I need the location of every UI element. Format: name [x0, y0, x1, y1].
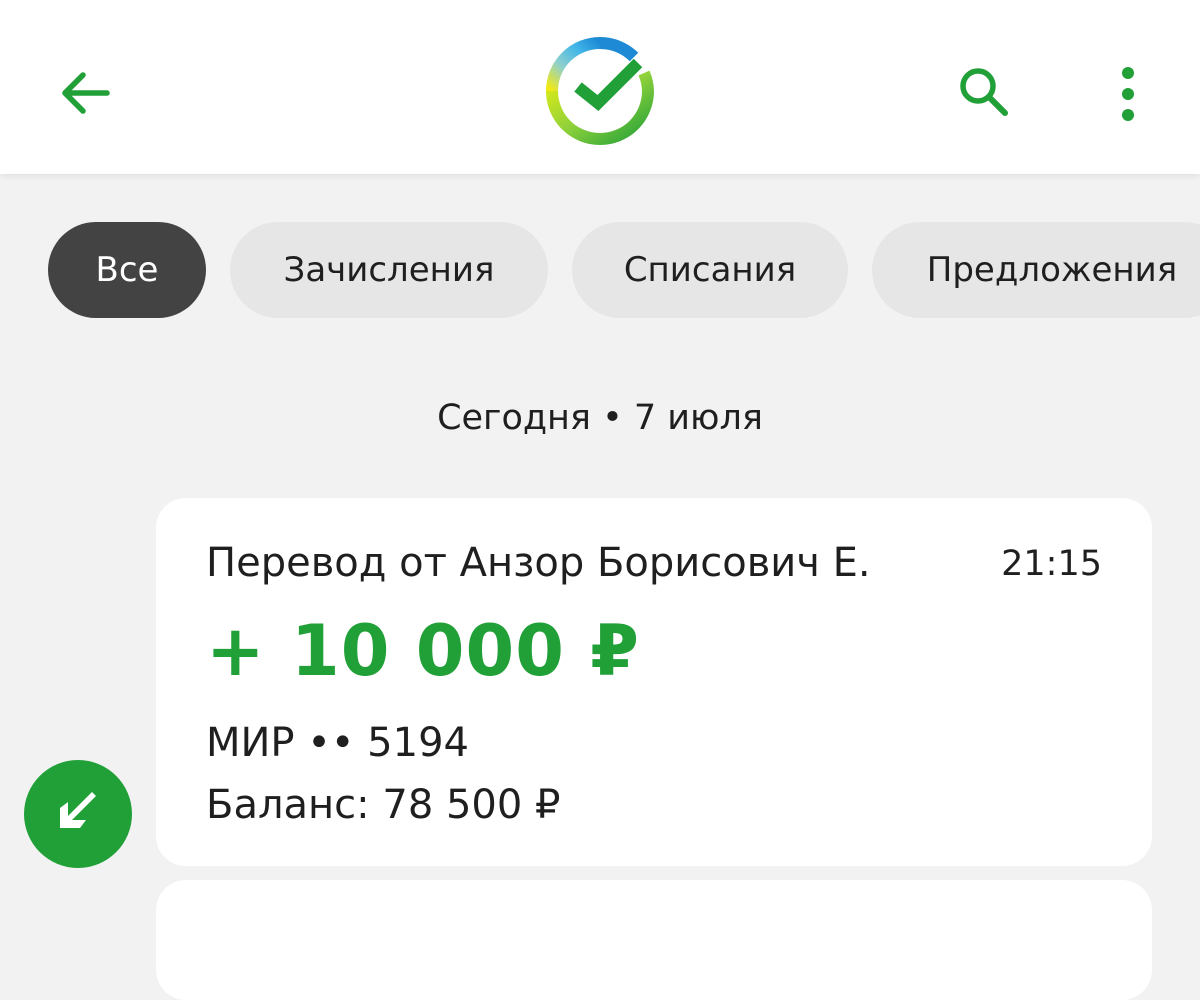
- sber-logo-icon: [542, 33, 658, 149]
- search-button[interactable]: [948, 56, 1018, 126]
- more-options-button[interactable]: [1098, 56, 1158, 126]
- incoming-transfer-badge: [24, 760, 132, 868]
- filter-chip-all[interactable]: Все: [48, 222, 206, 318]
- transaction-balance: Баланс: 78 500 ₽: [206, 782, 561, 828]
- transaction-card-next[interactable]: [156, 880, 1152, 1000]
- back-button[interactable]: [50, 58, 120, 128]
- filter-chip-incoming[interactable]: Зачисления: [230, 222, 548, 318]
- transaction-title: Перевод от Анзор Борисович Е.: [206, 540, 871, 586]
- top-bar: [0, 0, 1200, 174]
- transaction-card[interactable]: Перевод от Анзор Борисович Е. 21:15 + 10…: [156, 498, 1152, 866]
- transaction-card-number: МИР •• 5194: [206, 720, 469, 766]
- more-vertical-icon: [1122, 67, 1134, 121]
- transaction-amount: + 10 000 ₽: [206, 610, 640, 692]
- date-header: Сегодня • 7 июля: [437, 398, 763, 438]
- arrow-down-left-icon: [60, 792, 96, 828]
- search-icon: [960, 68, 1008, 116]
- arrow-left-icon: [62, 72, 110, 114]
- filter-chip-offers[interactable]: Предложения: [872, 222, 1200, 318]
- filter-chip-outgoing[interactable]: Списания: [572, 222, 848, 318]
- filter-chips: Все Зачисления Списания Предложения: [48, 222, 1200, 318]
- transaction-time: 21:15: [1001, 544, 1102, 584]
